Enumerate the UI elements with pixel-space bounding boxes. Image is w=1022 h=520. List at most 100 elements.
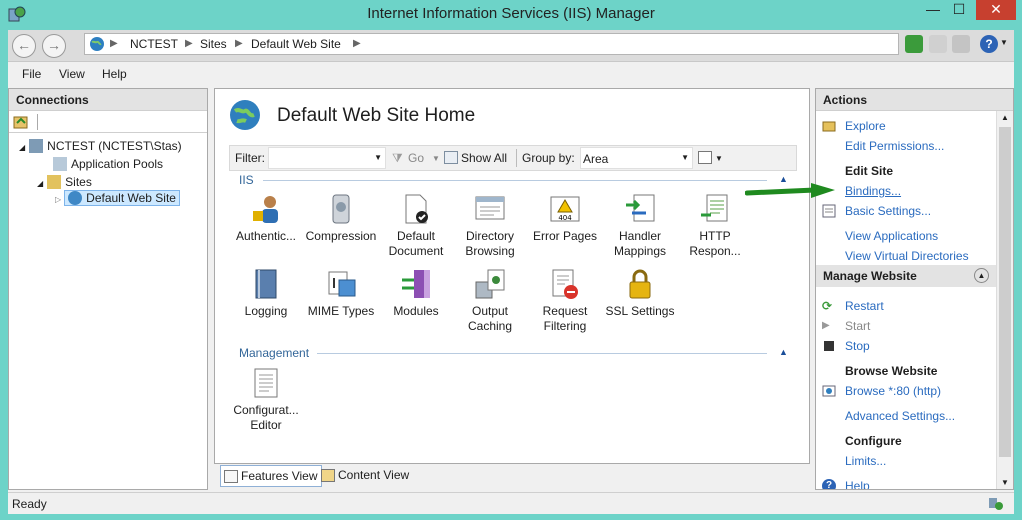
chevron-down-icon[interactable]: ▼ bbox=[715, 154, 723, 163]
go-button[interactable]: Go bbox=[408, 151, 424, 165]
forward-arrow-icon: → bbox=[47, 37, 61, 53]
breadcrumb-sites[interactable]: Sites bbox=[200, 37, 227, 51]
section-edit-site: Edit Site bbox=[845, 164, 894, 178]
back-button[interactable]: ← bbox=[12, 34, 36, 58]
home-icon[interactable] bbox=[952, 35, 970, 53]
feature-http-response-headers[interactable]: HTTP Respon... bbox=[678, 193, 752, 259]
compression-icon bbox=[325, 193, 357, 225]
start-icon: ▶ bbox=[822, 320, 830, 331]
menu-file[interactable]: File bbox=[22, 67, 41, 81]
help-icon[interactable]: ? bbox=[980, 35, 998, 53]
feature-default-document[interactable]: Default Document bbox=[379, 193, 453, 259]
action-help[interactable]: Help bbox=[845, 479, 870, 489]
feature-authentication[interactable]: Authentic... bbox=[229, 193, 303, 244]
feature-output-caching[interactable]: Output Caching bbox=[453, 268, 527, 334]
refresh-icon[interactable] bbox=[905, 35, 923, 53]
menu-help[interactable]: Help bbox=[102, 67, 127, 81]
collapse-group-icon[interactable]: ▲ bbox=[779, 347, 788, 357]
feature-request-filtering[interactable]: Request Filtering bbox=[528, 268, 602, 334]
connect-icon[interactable] bbox=[13, 115, 29, 129]
action-view-virtual-directories[interactable]: View Virtual Directories bbox=[845, 249, 969, 263]
forward-button[interactable]: → bbox=[42, 34, 66, 58]
toolbar-divider bbox=[516, 149, 517, 167]
handler-mappings-icon bbox=[624, 193, 656, 225]
action-stop[interactable]: Stop bbox=[845, 339, 870, 353]
feature-error-pages[interactable]: 404 Error Pages bbox=[528, 193, 602, 244]
collapse-icon[interactable]: ◢ bbox=[19, 143, 25, 152]
show-all-button[interactable]: Show All bbox=[461, 151, 507, 165]
action-explore[interactable]: Explore bbox=[845, 119, 886, 133]
restart-icon: ⟳ bbox=[822, 299, 833, 313]
scroll-down-icon[interactable]: ▼ bbox=[1001, 478, 1009, 487]
feature-handler-mappings[interactable]: Handler Mappings bbox=[603, 193, 677, 259]
action-advanced-settings[interactable]: Advanced Settings... bbox=[845, 409, 955, 423]
stop-square-icon bbox=[824, 341, 834, 351]
stop-icon[interactable] bbox=[929, 35, 947, 53]
breadcrumb-separator-icon: ▶ bbox=[235, 38, 243, 49]
feature-ssl-settings[interactable]: SSL Settings bbox=[603, 268, 677, 319]
action-restart[interactable]: Restart bbox=[845, 299, 884, 313]
menu-view[interactable]: View bbox=[59, 67, 85, 81]
status-text: Ready bbox=[12, 497, 47, 511]
features-pane: Default Web Site Home Filter: ▼ ⧩ Go ▼ S… bbox=[214, 88, 810, 464]
page-title: Default Web Site Home bbox=[277, 105, 476, 126]
breadcrumb-default-web-site[interactable]: Default Web Site bbox=[251, 37, 341, 51]
feature-directory-browsing[interactable]: Directory Browsing bbox=[453, 193, 527, 259]
chevron-down-icon[interactable]: ▼ bbox=[432, 154, 440, 163]
breadcrumb-separator-icon: ▶ bbox=[353, 38, 361, 49]
tree-node-server[interactable]: ◢ NCTEST (NCTEST\Stas) bbox=[19, 139, 182, 153]
tree-node-application-pools[interactable]: Application Pools bbox=[53, 157, 163, 171]
title-bar: Internet Information Services (IIS) Mana… bbox=[0, 0, 1022, 28]
chevron-down-icon[interactable]: ▼ bbox=[374, 153, 382, 162]
action-bindings[interactable]: Bindings... bbox=[845, 184, 901, 198]
group-iis-divider bbox=[263, 180, 767, 181]
filter-label: Filter: bbox=[235, 151, 265, 165]
help-dropdown-icon[interactable]: ▼ bbox=[1000, 38, 1008, 47]
feature-mime-types[interactable]: MIME Types bbox=[304, 268, 378, 319]
chevron-down-icon[interactable]: ▼ bbox=[681, 153, 689, 162]
actions-pane: Actions Explore Edit Permissions... Edit… bbox=[815, 88, 1014, 490]
action-limits[interactable]: Limits... bbox=[845, 454, 886, 468]
collapse-section-icon[interactable]: ▲ bbox=[974, 268, 989, 283]
feature-compression[interactable]: Compression bbox=[304, 193, 378, 244]
feature-modules[interactable]: Modules bbox=[379, 268, 453, 319]
content-view-tab[interactable]: Content View bbox=[318, 465, 413, 487]
scroll-up-icon[interactable]: ▲ bbox=[1001, 113, 1009, 122]
feature-logging[interactable]: Logging bbox=[229, 268, 303, 319]
tree-node-sites[interactable]: ◢ Sites bbox=[37, 175, 92, 189]
toolbar-divider bbox=[37, 114, 38, 130]
breadcrumb-nctest[interactable]: NCTEST bbox=[130, 37, 178, 51]
expand-icon[interactable]: ▷ bbox=[55, 195, 61, 204]
address-bar[interactable]: ▶ NCTEST ▶ Sites ▶ Default Web Site ▶ bbox=[84, 33, 899, 55]
collapse-icon[interactable]: ◢ bbox=[37, 179, 43, 188]
action-basic-settings[interactable]: Basic Settings... bbox=[845, 204, 931, 218]
content-view-icon bbox=[321, 469, 335, 482]
actions-scrollbar[interactable]: ▲ ▼ bbox=[996, 111, 1013, 489]
filter-input[interactable]: ▼ bbox=[268, 147, 386, 169]
iis-manager-window: Internet Information Services (IIS) Mana… bbox=[0, 0, 1022, 520]
scrollbar-thumb[interactable] bbox=[999, 127, 1011, 457]
feature-configuration-editor[interactable]: Configurat... Editor bbox=[229, 367, 303, 433]
maximize-button[interactable]: ☐ bbox=[946, 0, 972, 20]
group-management-divider bbox=[317, 353, 767, 354]
group-by-label: Group by: bbox=[522, 151, 575, 165]
minimize-button[interactable]: — bbox=[920, 0, 946, 20]
mime-types-icon bbox=[325, 268, 357, 300]
features-view-tab[interactable]: Features View bbox=[220, 465, 323, 487]
group-by-select[interactable]: Area ▼ bbox=[580, 147, 693, 169]
action-edit-permissions[interactable]: Edit Permissions... bbox=[845, 139, 944, 153]
features-view-icon bbox=[224, 470, 238, 483]
sites-folder-icon bbox=[47, 175, 62, 189]
section-manage-website: Manage Website ▲ bbox=[816, 265, 997, 287]
address-toolbar: ← → ▶ NCTEST ▶ Sites ▶ Default Web Site … bbox=[8, 30, 1014, 62]
action-browse-80[interactable]: Browse *:80 (http) bbox=[845, 384, 941, 398]
modules-icon bbox=[400, 268, 432, 300]
globe-icon bbox=[90, 37, 104, 51]
view-switch-icon[interactable] bbox=[698, 151, 712, 164]
action-view-applications[interactable]: View Applications bbox=[845, 229, 938, 243]
close-button[interactable]: ✕ bbox=[976, 0, 1016, 20]
basic-settings-icon bbox=[822, 204, 836, 218]
connections-header: Connections bbox=[9, 89, 207, 111]
tree-node-default-web-site[interactable]: ▷ Default Web Site bbox=[55, 190, 180, 206]
highlight-arrow-icon bbox=[745, 183, 835, 198]
